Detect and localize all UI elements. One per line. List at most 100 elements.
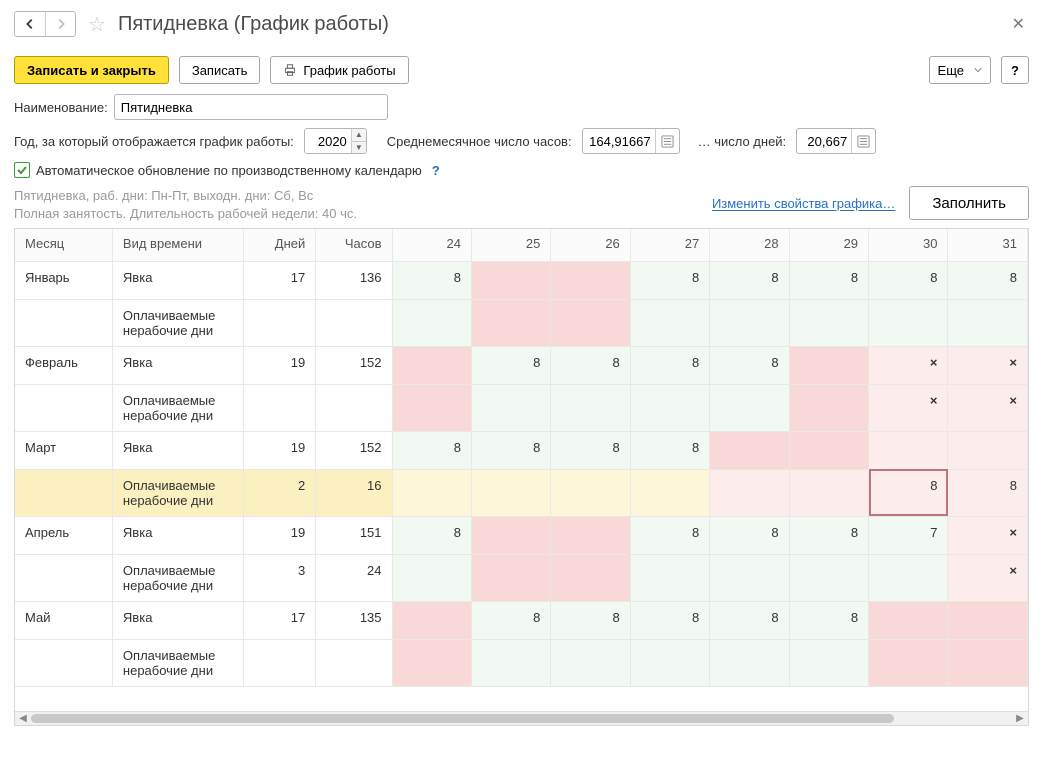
table-cell[interactable]: [869, 639, 948, 686]
table-cell[interactable]: 8: [948, 261, 1028, 299]
table-cell[interactable]: ×: [948, 346, 1028, 384]
table-cell[interactable]: [789, 469, 868, 516]
table-cell[interactable]: 19: [244, 431, 316, 469]
col-month[interactable]: Месяц: [15, 229, 112, 261]
auto-update-help-icon[interactable]: ?: [432, 163, 440, 178]
table-cell[interactable]: Март: [15, 431, 112, 469]
table-cell[interactable]: ×: [948, 516, 1028, 554]
table-cell[interactable]: [789, 639, 868, 686]
table-cell[interactable]: [392, 346, 471, 384]
table-cell[interactable]: [471, 384, 550, 431]
table-cell[interactable]: [789, 384, 868, 431]
help-button[interactable]: ?: [1001, 56, 1029, 84]
table-cell[interactable]: [316, 299, 392, 346]
col-d26[interactable]: 26: [551, 229, 630, 261]
table-cell[interactable]: 8: [392, 261, 471, 299]
table-cell[interactable]: [551, 516, 630, 554]
table-cell[interactable]: [551, 299, 630, 346]
table-cell[interactable]: Оплачиваемые нерабочие дни: [112, 384, 243, 431]
col-days[interactable]: Дней: [244, 229, 316, 261]
table-cell[interactable]: [392, 469, 471, 516]
col-hours[interactable]: Часов: [316, 229, 392, 261]
table-cell[interactable]: 136: [316, 261, 392, 299]
col-d31[interactable]: 31: [948, 229, 1028, 261]
scroll-right-button[interactable]: ▶: [1012, 712, 1028, 725]
table-cell[interactable]: [710, 384, 789, 431]
col-d25[interactable]: 25: [471, 229, 550, 261]
table-cell[interactable]: 8: [471, 431, 550, 469]
table-cell[interactable]: [244, 299, 316, 346]
table-cell[interactable]: 8: [551, 601, 630, 639]
table-cell[interactable]: 8: [948, 469, 1028, 516]
table-cell[interactable]: 16: [316, 469, 392, 516]
table-cell[interactable]: Явка: [112, 261, 243, 299]
table-cell[interactable]: Январь: [15, 261, 112, 299]
table-cell[interactable]: 7: [869, 516, 948, 554]
table-cell[interactable]: [710, 554, 789, 601]
favorite-star-icon[interactable]: ☆: [88, 12, 106, 37]
more-button[interactable]: Еще: [929, 56, 991, 84]
table-cell[interactable]: 8: [630, 431, 709, 469]
table-cell[interactable]: [630, 299, 709, 346]
table-cell[interactable]: [948, 639, 1028, 686]
table-cell[interactable]: Явка: [112, 346, 243, 384]
table-cell[interactable]: [471, 261, 550, 299]
table-cell[interactable]: [869, 601, 948, 639]
table-cell[interactable]: 151: [316, 516, 392, 554]
table-cell[interactable]: 8: [869, 261, 948, 299]
table-cell[interactable]: 19: [244, 346, 316, 384]
table-cell[interactable]: 8: [630, 516, 709, 554]
table-cell[interactable]: [316, 384, 392, 431]
table-cell[interactable]: [392, 601, 471, 639]
table-cell[interactable]: Оплачиваемые нерабочие дни: [112, 554, 243, 601]
table-cell[interactable]: 8: [471, 346, 550, 384]
table-cell[interactable]: 8: [710, 261, 789, 299]
table-cell[interactable]: Явка: [112, 601, 243, 639]
table-cell[interactable]: 8: [710, 346, 789, 384]
year-input[interactable]: [305, 129, 351, 153]
table-cell[interactable]: ×: [948, 554, 1028, 601]
table-cell[interactable]: [15, 469, 112, 516]
table-cell[interactable]: 17: [244, 601, 316, 639]
table-cell[interactable]: [392, 554, 471, 601]
avg-hours-input[interactable]: [583, 134, 655, 149]
table-cell[interactable]: 17: [244, 261, 316, 299]
table-cell[interactable]: [316, 639, 392, 686]
table-cell[interactable]: [630, 384, 709, 431]
forward-button[interactable]: [45, 12, 75, 36]
table-cell[interactable]: [551, 261, 630, 299]
table-cell[interactable]: 8: [630, 346, 709, 384]
table-cell[interactable]: [392, 299, 471, 346]
scroll-thumb[interactable]: [31, 714, 894, 723]
table-cell[interactable]: 8: [551, 346, 630, 384]
table-cell[interactable]: [869, 554, 948, 601]
table-cell[interactable]: [630, 554, 709, 601]
close-icon[interactable]: ✕: [1008, 10, 1029, 38]
table-cell[interactable]: 8: [789, 516, 868, 554]
table-cell[interactable]: [948, 299, 1028, 346]
table-cell[interactable]: [630, 639, 709, 686]
table-cell[interactable]: [869, 431, 948, 469]
horizontal-scrollbar[interactable]: ◀ ▶: [15, 711, 1028, 725]
table-cell[interactable]: 8: [392, 516, 471, 554]
table-cell[interactable]: [630, 469, 709, 516]
table-cell[interactable]: Оплачиваемые нерабочие дни: [112, 639, 243, 686]
table-cell[interactable]: [551, 639, 630, 686]
table-cell[interactable]: [789, 346, 868, 384]
table-cell[interactable]: 8: [551, 431, 630, 469]
year-down-button[interactable]: ▼: [352, 141, 366, 153]
table-cell[interactable]: 135: [316, 601, 392, 639]
table-cell[interactable]: [948, 601, 1028, 639]
table-cell[interactable]: 152: [316, 346, 392, 384]
table-cell[interactable]: [471, 299, 550, 346]
name-input[interactable]: [114, 94, 388, 120]
print-schedule-button[interactable]: График работы: [270, 56, 408, 84]
table-cell[interactable]: 152: [316, 431, 392, 469]
table-cell[interactable]: Явка: [112, 516, 243, 554]
table-cell[interactable]: [471, 639, 550, 686]
table-cell[interactable]: [15, 299, 112, 346]
table-cell[interactable]: [15, 384, 112, 431]
table-cell[interactable]: Февраль: [15, 346, 112, 384]
table-cell[interactable]: Оплачиваемые нерабочие дни: [112, 299, 243, 346]
table-cell[interactable]: [471, 554, 550, 601]
